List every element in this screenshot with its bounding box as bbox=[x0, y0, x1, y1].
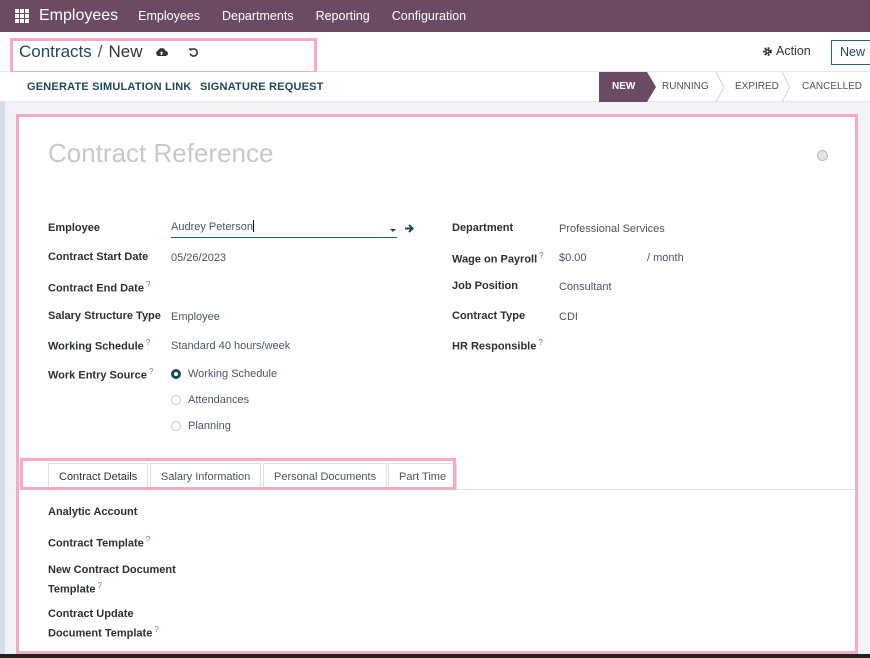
gear-icon bbox=[763, 46, 772, 56]
label-text: Document Template bbox=[48, 627, 153, 640]
undo-discard-icon[interactable] bbox=[186, 44, 202, 60]
analytic-account-label: Analytic Account bbox=[48, 506, 138, 518]
employee-label: Employee bbox=[48, 222, 100, 234]
employee-value: Audrey Peterson bbox=[171, 221, 253, 233]
help-icon[interactable]: ? bbox=[539, 251, 543, 260]
stage-pipeline: NEW RUNNING EXPIRED CANCELLED bbox=[599, 72, 870, 102]
form-sheet: Contract Reference Employee Audrey Peter… bbox=[18, 116, 856, 652]
breadcrumb: Contracts / New bbox=[19, 42, 202, 62]
help-icon[interactable]: ? bbox=[97, 581, 101, 590]
wage-field[interactable]: $0.00 bbox=[559, 252, 587, 264]
stage-cancelled[interactable]: CANCELLED bbox=[786, 72, 870, 102]
generate-simulation-link-button[interactable]: GENERATE SIMULATION LINK bbox=[27, 81, 192, 93]
work-entry-source-label-text: Work Entry Source bbox=[48, 369, 147, 382]
working-schedule-label-text: Working Schedule bbox=[48, 340, 144, 353]
tab-contract-details[interactable]: Contract Details bbox=[48, 463, 149, 491]
hr-responsible-label: HR Responsible? bbox=[452, 338, 543, 353]
radio-label: Working Schedule bbox=[188, 368, 278, 380]
dropdown-caret-icon[interactable] bbox=[390, 229, 396, 232]
stage-running-label: RUNNING bbox=[662, 81, 709, 92]
stage-expired-label: EXPIRED bbox=[735, 81, 779, 92]
work-entry-source-label: Work Entry Source? bbox=[48, 367, 153, 382]
radio-working-schedule[interactable]: Working Schedule bbox=[171, 368, 277, 380]
contract-start-date-label: Contract Start Date bbox=[48, 251, 149, 263]
contract-template-label: Contract Template? bbox=[48, 535, 150, 550]
signature-request-button[interactable]: SIGNATURE REQUEST bbox=[200, 81, 324, 93]
top-navbar: Employees Employees Departments Reportin… bbox=[0, 0, 870, 32]
hr-responsible-label-text: HR Responsible bbox=[452, 340, 537, 353]
breadcrumb-separator: / bbox=[97, 42, 103, 61]
notebook-tabs: Contract Details Salary Information Pers… bbox=[18, 459, 856, 491]
radio-unchecked-icon bbox=[171, 421, 181, 431]
label-text: Template bbox=[48, 583, 96, 596]
contract-template-label-text: Contract Template bbox=[48, 537, 144, 550]
action-label: Action bbox=[776, 44, 811, 58]
employee-field[interactable]: Audrey Peterson bbox=[171, 220, 397, 238]
tab-personal-documents[interactable]: Personal Documents bbox=[263, 463, 388, 490]
department-label: Department bbox=[452, 222, 514, 234]
hr-responsible-field[interactable] bbox=[559, 338, 779, 352]
new-contract-document-template-label-line2: Template? bbox=[48, 581, 102, 596]
contract-type-field[interactable]: CDI bbox=[559, 311, 578, 323]
contract-update-document-template-label-line2: Document Template? bbox=[48, 625, 159, 640]
help-icon[interactable]: ? bbox=[146, 338, 150, 347]
new-contract-document-template-label-line1: New Contract Document bbox=[48, 564, 176, 576]
radio-attendances[interactable]: Attendances bbox=[171, 394, 249, 406]
contract-update-document-template-label-line1: Contract Update bbox=[48, 608, 134, 620]
bottom-edge bbox=[0, 654, 870, 658]
wage-period: / month bbox=[647, 252, 684, 264]
contract-reference-input[interactable]: Contract Reference bbox=[48, 138, 273, 169]
stage-expired[interactable]: EXPIRED bbox=[720, 72, 790, 102]
app-name[interactable]: Employees bbox=[39, 7, 118, 25]
working-schedule-label: Working Schedule? bbox=[48, 338, 150, 353]
job-position-field[interactable]: Consultant bbox=[559, 281, 612, 293]
radio-unchecked-icon bbox=[171, 395, 181, 405]
contract-start-date-field[interactable]: 05/26/2023 bbox=[171, 252, 226, 264]
menu-reporting[interactable]: Reporting bbox=[316, 9, 370, 23]
control-panel: Contracts / New Action New bbox=[0, 32, 870, 72]
menu-configuration[interactable]: Configuration bbox=[392, 9, 466, 23]
working-schedule-field[interactable]: Standard 40 hours/week bbox=[171, 340, 290, 352]
breadcrumb-contracts[interactable]: Contracts bbox=[19, 42, 92, 62]
job-position-label: Job Position bbox=[452, 280, 518, 292]
help-icon[interactable]: ? bbox=[146, 535, 150, 544]
stage-running[interactable]: RUNNING bbox=[647, 72, 724, 102]
contract-end-date-label: Contract End Date? bbox=[48, 280, 150, 295]
cloud-upload-save-icon[interactable] bbox=[154, 44, 170, 60]
status-indicator-dot[interactable] bbox=[817, 150, 828, 161]
wage-label: Wage on Payroll? bbox=[452, 251, 544, 266]
menu-employees[interactable]: Employees bbox=[138, 9, 200, 23]
contract-type-label: Contract Type bbox=[452, 310, 526, 322]
new-button[interactable]: New bbox=[831, 40, 870, 65]
radio-label: Planning bbox=[188, 420, 231, 432]
tab-salary-information[interactable]: Salary Information bbox=[150, 463, 262, 490]
internal-link-arrow-icon[interactable] bbox=[404, 223, 415, 234]
tab-part-time[interactable]: Part Time bbox=[388, 463, 458, 490]
status-bar: GENERATE SIMULATION LINK SIGNATURE REQUE… bbox=[0, 72, 870, 102]
apps-grid-icon[interactable] bbox=[15, 9, 29, 23]
contract-end-date-field[interactable] bbox=[171, 280, 391, 294]
radio-label: Attendances bbox=[188, 394, 250, 406]
contract-end-date-label-text: Contract End Date bbox=[48, 282, 144, 295]
left-edge bbox=[0, 102, 5, 658]
department-field[interactable]: Professional Services bbox=[559, 223, 665, 235]
action-button[interactable]: Action bbox=[762, 44, 811, 58]
menu-departments[interactable]: Departments bbox=[222, 9, 294, 23]
breadcrumb-current: New bbox=[108, 42, 143, 61]
help-icon[interactable]: ? bbox=[146, 280, 150, 289]
wage-label-text: Wage on Payroll bbox=[452, 253, 538, 266]
salary-structure-type-label: Salary Structure Type bbox=[48, 310, 161, 322]
radio-checked-icon bbox=[171, 369, 181, 379]
stage-new[interactable]: NEW bbox=[599, 72, 656, 102]
help-icon[interactable]: ? bbox=[149, 367, 153, 376]
help-icon[interactable]: ? bbox=[538, 338, 542, 347]
radio-planning[interactable]: Planning bbox=[171, 420, 231, 432]
salary-structure-type-field[interactable]: Employee bbox=[171, 311, 220, 323]
help-icon[interactable]: ? bbox=[154, 625, 158, 634]
text-caret bbox=[252, 220, 254, 232]
